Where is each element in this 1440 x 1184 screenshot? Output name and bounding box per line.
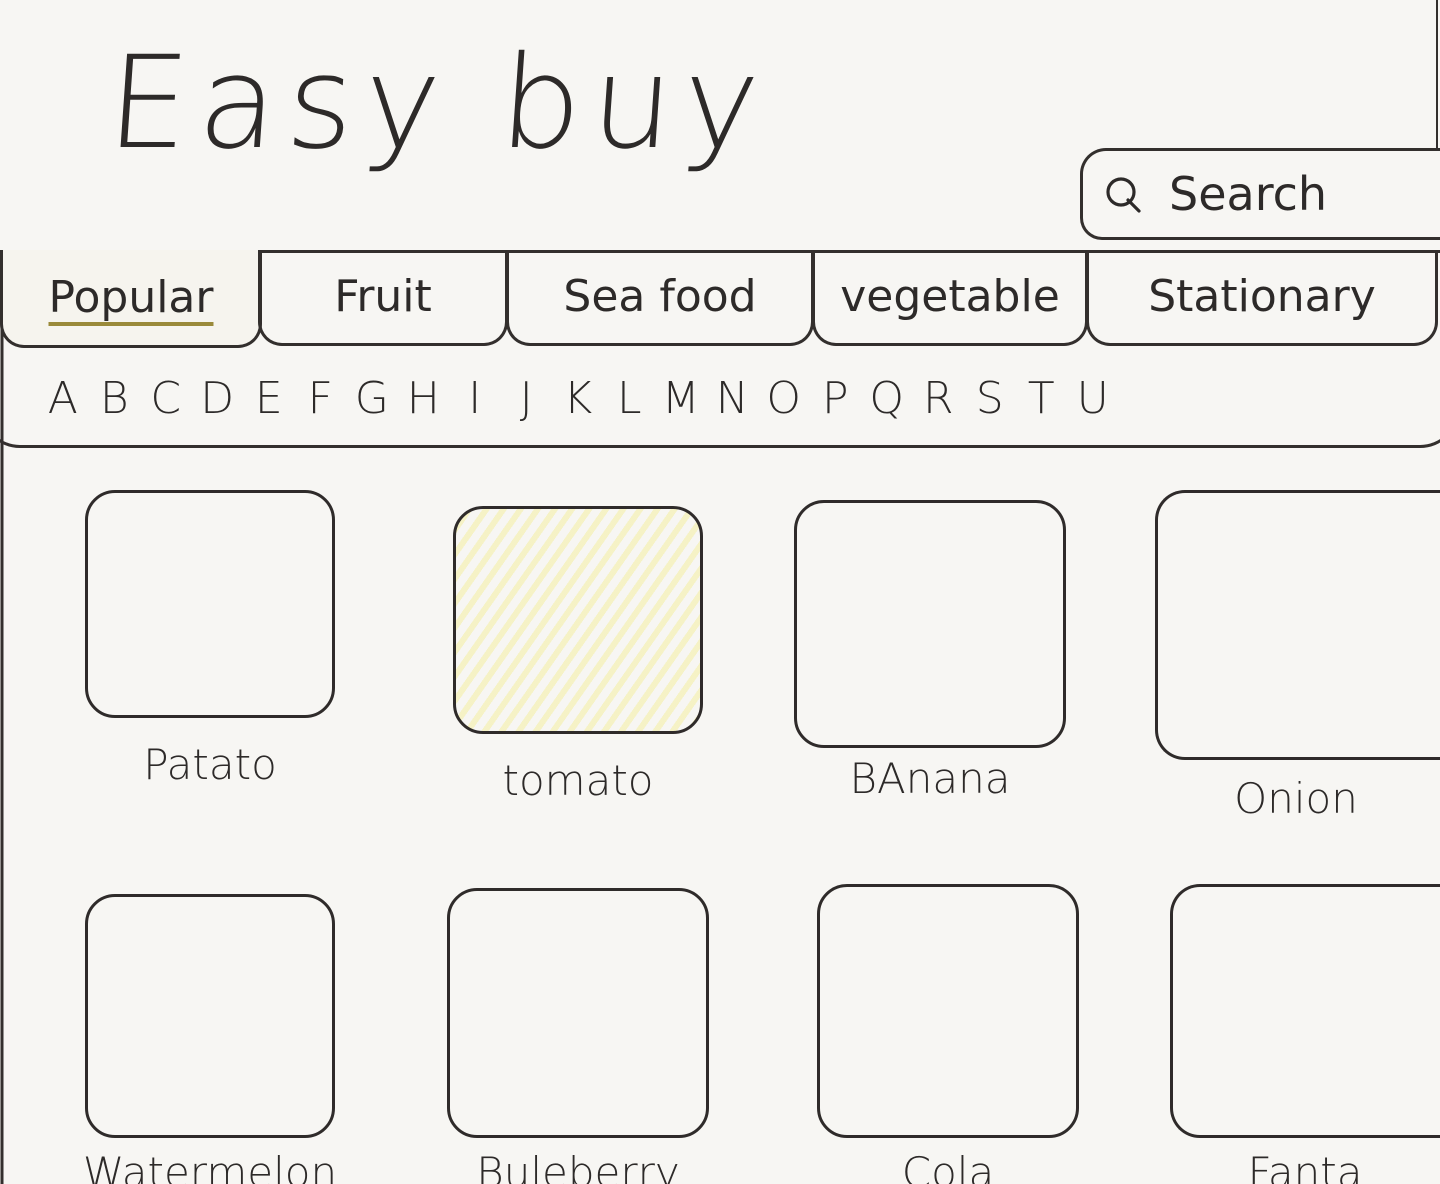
alphabet-index: A B C D E F G H I J K L M N O P Q R S T … bbox=[0, 352, 1440, 448]
letter-d[interactable]: D bbox=[192, 373, 244, 424]
letter-c[interactable]: C bbox=[140, 373, 192, 424]
product-image[interactable] bbox=[817, 884, 1079, 1138]
letter-u[interactable]: U bbox=[1067, 373, 1119, 424]
product-label: Watermelon bbox=[82, 1148, 338, 1184]
tab-label: vegetable bbox=[840, 271, 1060, 322]
letter-f[interactable]: F bbox=[295, 373, 347, 424]
letter-n[interactable]: N bbox=[707, 373, 759, 424]
letter-j[interactable]: J bbox=[501, 373, 553, 424]
letter-p[interactable]: P bbox=[810, 373, 862, 424]
product-image[interactable] bbox=[85, 894, 335, 1138]
search-icon bbox=[1103, 174, 1143, 214]
product-label: Patato bbox=[143, 740, 277, 789]
product-label: Onion bbox=[1234, 774, 1358, 823]
letter-m[interactable]: M bbox=[655, 373, 707, 424]
product-card-buleberry[interactable]: Buleberry bbox=[447, 888, 709, 1184]
category-tabs: Popular Fruit Sea food vegetable Station… bbox=[0, 250, 1440, 350]
letter-b[interactable]: B bbox=[89, 373, 141, 424]
product-card-fanta[interactable]: Fanta bbox=[1170, 884, 1440, 1184]
letter-a[interactable]: A bbox=[37, 373, 89, 424]
search-input[interactable] bbox=[1169, 167, 1409, 221]
tab-label: Fruit bbox=[334, 271, 432, 322]
tab-vegetable[interactable]: vegetable bbox=[812, 250, 1088, 346]
app-title: Easy buy bbox=[102, 29, 774, 178]
product-image[interactable] bbox=[1170, 884, 1440, 1138]
search-box[interactable] bbox=[1080, 148, 1440, 240]
product-image[interactable] bbox=[447, 888, 709, 1138]
product-label: Fanta bbox=[1247, 1148, 1363, 1184]
letter-t[interactable]: T bbox=[1016, 373, 1068, 424]
letter-e[interactable]: E bbox=[243, 373, 295, 424]
letter-g[interactable]: G bbox=[346, 373, 398, 424]
letter-q[interactable]: Q bbox=[861, 373, 913, 424]
product-grid: Patato tomato BAnana Onion Watermelon Bu… bbox=[0, 470, 1440, 1184]
tab-label: Stationary bbox=[1148, 271, 1376, 322]
letter-r[interactable]: R bbox=[913, 373, 965, 424]
letter-l[interactable]: L bbox=[604, 373, 656, 424]
product-image[interactable] bbox=[794, 500, 1066, 748]
tab-fruit[interactable]: Fruit bbox=[258, 250, 508, 346]
product-card-onion[interactable]: Onion bbox=[1152, 490, 1440, 823]
product-card-tomato[interactable]: tomato bbox=[448, 506, 708, 805]
product-label: Buleberry bbox=[476, 1148, 680, 1184]
product-card-cola[interactable]: Cola bbox=[817, 884, 1079, 1184]
letter-o[interactable]: O bbox=[758, 373, 810, 424]
letter-i[interactable]: I bbox=[449, 373, 501, 424]
product-image[interactable] bbox=[85, 490, 335, 718]
product-label: tomato bbox=[502, 756, 654, 805]
product-card-patato[interactable]: Patato bbox=[80, 490, 340, 789]
product-label: Cola bbox=[901, 1148, 995, 1184]
product-image[interactable] bbox=[453, 506, 703, 734]
letter-k[interactable]: K bbox=[552, 373, 604, 424]
product-card-banana[interactable]: BAnana bbox=[794, 500, 1066, 803]
tab-label: Sea food bbox=[563, 271, 757, 322]
product-card-watermelon[interactable]: Watermelon bbox=[80, 894, 340, 1184]
tab-popular[interactable]: Popular bbox=[0, 250, 262, 348]
letter-h[interactable]: H bbox=[398, 373, 450, 424]
tab-label: Popular bbox=[48, 272, 214, 323]
product-image[interactable] bbox=[1155, 490, 1440, 760]
product-label: BAnana bbox=[849, 754, 1011, 803]
tab-stationary[interactable]: Stationary bbox=[1086, 250, 1438, 346]
tab-sea-food[interactable]: Sea food bbox=[506, 250, 814, 346]
letter-s[interactable]: S bbox=[964, 373, 1016, 424]
